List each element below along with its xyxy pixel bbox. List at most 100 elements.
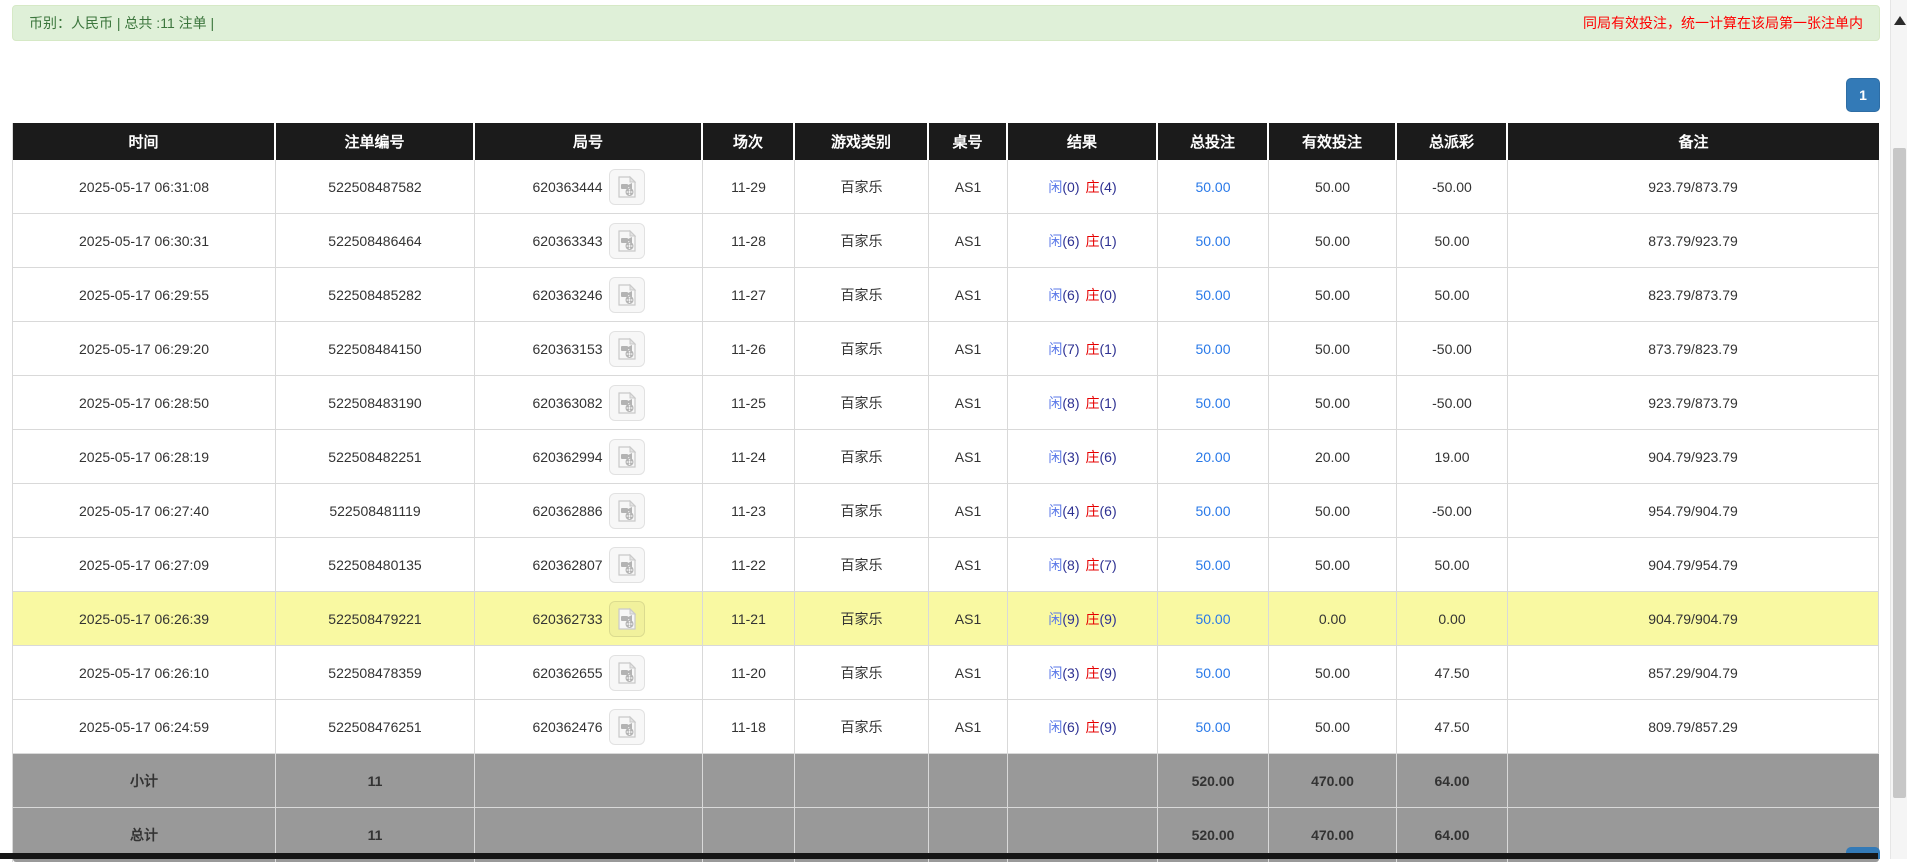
video-replay-button[interactable] [609, 385, 645, 421]
total-bet-link[interactable]: 50.00 [1195, 287, 1230, 303]
result-banker-label: 庄 [1086, 233, 1100, 249]
total-bet-link[interactable]: 50.00 [1195, 179, 1230, 195]
video-replay-icon [616, 445, 638, 469]
video-replay-button[interactable] [609, 331, 645, 367]
cell-session: 11-25 [703, 376, 795, 430]
cell-bet-id: 522508487582 [276, 160, 475, 214]
cell-bet-id: 522508476251 [276, 700, 475, 754]
total-bet-link[interactable]: 50.00 [1195, 557, 1230, 573]
cell-result: 闲(4)庄(6) [1008, 484, 1158, 538]
cell-game-type: 百家乐 [795, 268, 929, 322]
result-banker-label: 庄 [1086, 341, 1100, 357]
pagination-page-1-button[interactable]: 1 [1846, 78, 1880, 112]
cell-total-bet: 50.00 [1158, 646, 1269, 700]
total-bet-link[interactable]: 50.00 [1195, 719, 1230, 735]
cell-session: 11-27 [703, 268, 795, 322]
video-replay-button[interactable] [609, 223, 645, 259]
cell-time: 2025-05-17 06:28:19 [13, 430, 276, 484]
total-bet-link[interactable]: 50.00 [1195, 665, 1230, 681]
cell-result: 闲(8)庄(7) [1008, 538, 1158, 592]
result-banker-score: (9) [1100, 719, 1117, 735]
cell-session: 11-22 [703, 538, 795, 592]
cell-round: 620362994 [475, 430, 703, 484]
cell-bet-id: 522508485282 [276, 268, 475, 322]
cell-remark: 923.79/873.79 [1508, 376, 1879, 430]
video-replay-button[interactable] [609, 655, 645, 691]
video-replay-button[interactable] [609, 601, 645, 637]
total-bet-link[interactable]: 50.00 [1195, 233, 1230, 249]
header-valid-bet: 有效投注 [1269, 123, 1397, 160]
result-banker-score: (9) [1100, 665, 1117, 681]
cell-result: 闲(6)庄(0) [1008, 268, 1158, 322]
cell-game-type: 百家乐 [795, 322, 929, 376]
cell-table-number: AS1 [929, 538, 1008, 592]
cell-session: 11-21 [703, 592, 795, 646]
video-replay-button[interactable] [609, 493, 645, 529]
video-replay-button[interactable] [609, 439, 645, 475]
header-session: 场次 [703, 123, 795, 160]
total-bet-link[interactable]: 50.00 [1195, 395, 1230, 411]
cell-total-bet: 50.00 [1158, 376, 1269, 430]
cell-bet-id: 522508478359 [276, 646, 475, 700]
result-banker-label: 庄 [1086, 557, 1100, 573]
result-banker-score: (9) [1100, 611, 1117, 627]
cell-valid-bet: 50.00 [1269, 700, 1397, 754]
video-replay-icon [616, 391, 638, 415]
video-replay-icon [616, 607, 638, 631]
cell-total-bet: 50.00 [1158, 592, 1269, 646]
round-number: 620362807 [532, 557, 602, 573]
result-banker-label: 庄 [1086, 611, 1100, 627]
cell-remark: 809.79/857.29 [1508, 700, 1879, 754]
cell-valid-bet: 50.00 [1269, 160, 1397, 214]
cell-result: 闲(3)庄(6) [1008, 430, 1158, 484]
cell-bet-id: 522508481119 [276, 484, 475, 538]
cell-remark: 904.79/923.79 [1508, 430, 1879, 484]
cell-result: 闲(6)庄(1) [1008, 214, 1158, 268]
cell-table-number: AS1 [929, 376, 1008, 430]
cell-payout: 0.00 [1397, 592, 1508, 646]
video-replay-icon [616, 337, 638, 361]
video-replay-button[interactable] [609, 277, 645, 313]
result-player-label: 闲 [1048, 611, 1062, 627]
cell-round: 620363153 [475, 322, 703, 376]
scrollbar-thumb[interactable] [1893, 148, 1906, 798]
result-banker-label: 庄 [1086, 287, 1100, 303]
vertical-scrollbar[interactable] [1890, 0, 1907, 859]
total-bet-link[interactable]: 50.00 [1195, 341, 1230, 357]
result-player-score: (8) [1062, 557, 1079, 573]
result-player-label: 闲 [1048, 557, 1062, 573]
cell-payout: -50.00 [1397, 322, 1508, 376]
cell-round: 620363343 [475, 214, 703, 268]
video-replay-button[interactable] [609, 547, 645, 583]
cell-round: 620363444 [475, 160, 703, 214]
video-replay-button[interactable] [609, 709, 645, 745]
cell-total-bet: 50.00 [1158, 268, 1269, 322]
result-banker-label: 庄 [1086, 719, 1100, 735]
cell-table-number: AS1 [929, 322, 1008, 376]
result-banker-label: 庄 [1086, 395, 1100, 411]
subtotal-valid-bet: 470.00 [1269, 754, 1397, 808]
cell-game-type: 百家乐 [795, 214, 929, 268]
cell-session: 11-24 [703, 430, 795, 484]
video-replay-button[interactable] [609, 169, 645, 205]
cell-payout: 50.00 [1397, 268, 1508, 322]
total-bet-link[interactable]: 50.00 [1195, 503, 1230, 519]
scroll-up-arrow-icon[interactable] [1894, 16, 1906, 25]
total-bet-link[interactable]: 20.00 [1195, 449, 1230, 465]
cell-round: 620362476 [475, 700, 703, 754]
total-bet-link[interactable]: 50.00 [1195, 611, 1230, 627]
table-row: 2025-05-17 06:28:50 522508483190 6203630… [13, 376, 1879, 430]
cell-round: 620363082 [475, 376, 703, 430]
cell-result: 闲(0)庄(4) [1008, 160, 1158, 214]
cell-remark: 954.79/904.79 [1508, 484, 1879, 538]
result-player-label: 闲 [1048, 287, 1062, 303]
table-row: 2025-05-17 06:24:59 522508476251 6203624… [13, 700, 1879, 754]
result-banker-score: (6) [1100, 449, 1117, 465]
result-player-label: 闲 [1048, 341, 1062, 357]
cell-payout: -50.00 [1397, 484, 1508, 538]
cell-total-bet: 50.00 [1158, 700, 1269, 754]
cell-game-type: 百家乐 [795, 538, 929, 592]
cell-bet-id: 522508484150 [276, 322, 475, 376]
subtotal-label: 小计 [13, 754, 276, 808]
cell-table-number: AS1 [929, 646, 1008, 700]
